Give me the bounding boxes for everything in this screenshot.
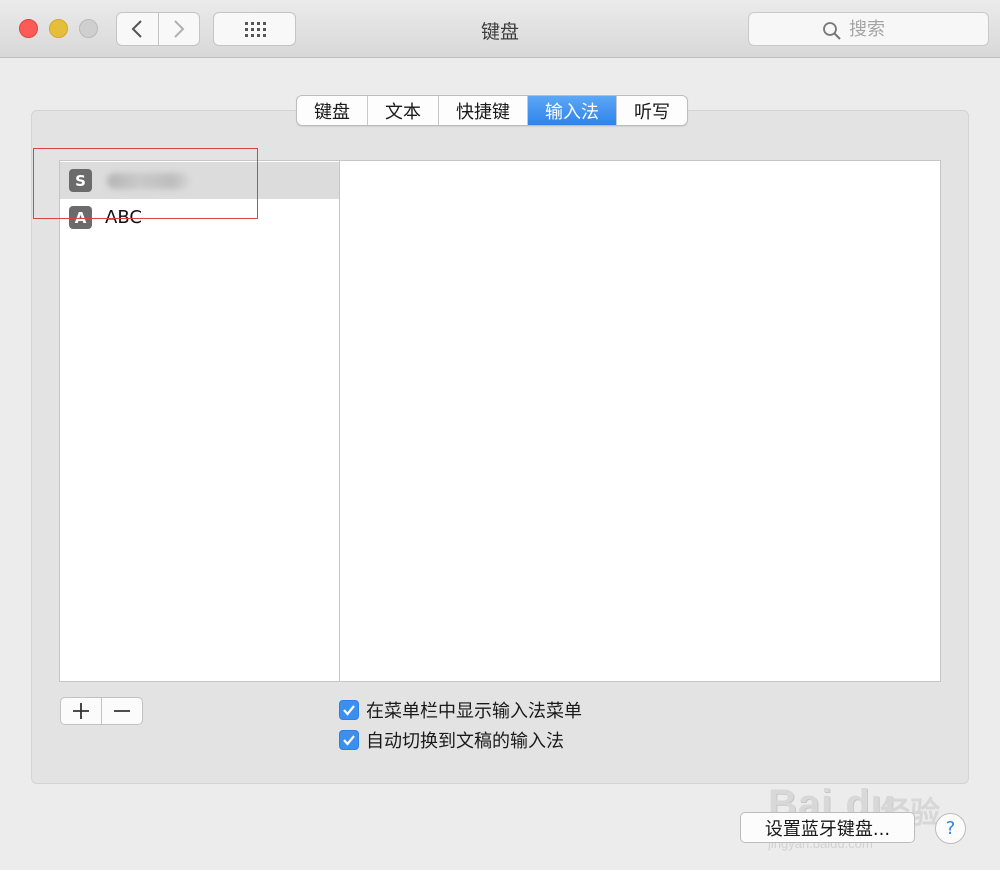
title-bar: 键盘 [0,0,1000,58]
show-input-menu-label: 在菜单栏中显示输入法菜单 [366,701,582,722]
auto-switch-option[interactable]: 自动切换到文稿的输入法 [339,729,564,752]
checkmark-icon [343,735,355,746]
tab-text[interactable]: 文本 [367,96,438,125]
add-remove-controls [60,697,143,725]
auto-switch-label: 自动切换到文稿的输入法 [366,731,564,752]
input-source-detail-pane [339,160,941,682]
search-field[interactable] [748,12,989,46]
tab-shortcuts[interactable]: 快捷键 [438,96,527,125]
annotation-highlight-box [33,148,258,219]
auto-switch-checkbox[interactable] [339,730,359,750]
checkmark-icon [343,705,355,716]
tab-input-sources[interactable]: 输入法 [527,96,616,125]
search-icon [823,22,841,40]
plus-icon [73,703,89,719]
search-input[interactable] [849,17,979,41]
help-button[interactable]: ? [935,813,966,844]
input-source-list: S A ABC [59,160,340,682]
add-input-source-button[interactable] [61,698,101,724]
tab-keyboard[interactable]: 键盘 [297,96,367,125]
tab-bar: 键盘 文本 快捷键 输入法 听写 [296,95,688,126]
minus-icon [114,710,130,712]
show-input-menu-option[interactable]: 在菜单栏中显示输入法菜单 [339,699,582,722]
remove-input-source-button[interactable] [101,698,142,724]
show-input-menu-checkbox[interactable] [339,700,359,720]
tab-dictation[interactable]: 听写 [616,96,687,125]
setup-bluetooth-keyboard-button[interactable]: 设置蓝牙键盘... [740,812,915,843]
